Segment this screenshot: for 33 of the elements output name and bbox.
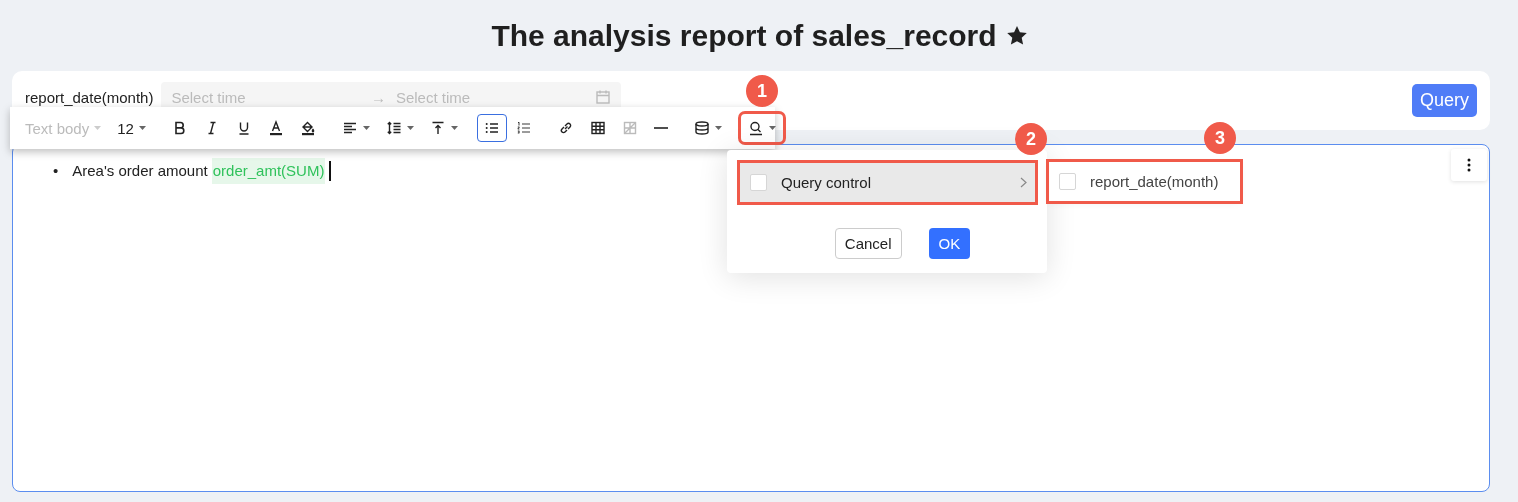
numbered-list-icon	[515, 120, 532, 136]
bullet-marker: •	[53, 161, 59, 181]
caret-icon	[406, 126, 414, 130]
checkbox[interactable]	[750, 174, 767, 191]
checkbox[interactable]	[1059, 173, 1076, 190]
caret-icon	[138, 126, 146, 130]
font-color-icon	[267, 120, 284, 136]
cancel-button[interactable]: Cancel	[834, 228, 902, 259]
paint-bucket-icon	[299, 120, 316, 136]
horizontal-line-icon	[653, 127, 668, 129]
database-icon	[693, 120, 710, 136]
table-icon	[589, 120, 606, 136]
search-icon	[747, 120, 764, 136]
more-icon	[1467, 158, 1471, 172]
bullet-text: Area's order amount	[72, 161, 208, 181]
merge-cells-icon	[621, 120, 638, 136]
query-button[interactable]: Query	[1411, 84, 1477, 117]
caret-icon	[714, 126, 722, 130]
filter-label: report_date(month)	[25, 90, 154, 106]
bullet-list-icon	[483, 120, 500, 136]
caret-icon	[768, 126, 776, 130]
calendar-icon	[595, 89, 612, 105]
star-icon[interactable]	[1006, 26, 1027, 45]
caret-icon	[450, 126, 458, 130]
report-title: The analysis report of sales_record	[491, 18, 997, 53]
font-size-dropdown[interactable]: 12	[110, 114, 153, 142]
align-left-icon	[341, 120, 358, 136]
range-arrow: →	[370, 89, 386, 106]
bullet-list-button[interactable]	[476, 114, 507, 142]
caret-icon	[362, 126, 370, 130]
ok-button[interactable]: OK	[928, 228, 971, 259]
caret-icon	[94, 126, 102, 130]
line-height-icon	[385, 120, 402, 136]
